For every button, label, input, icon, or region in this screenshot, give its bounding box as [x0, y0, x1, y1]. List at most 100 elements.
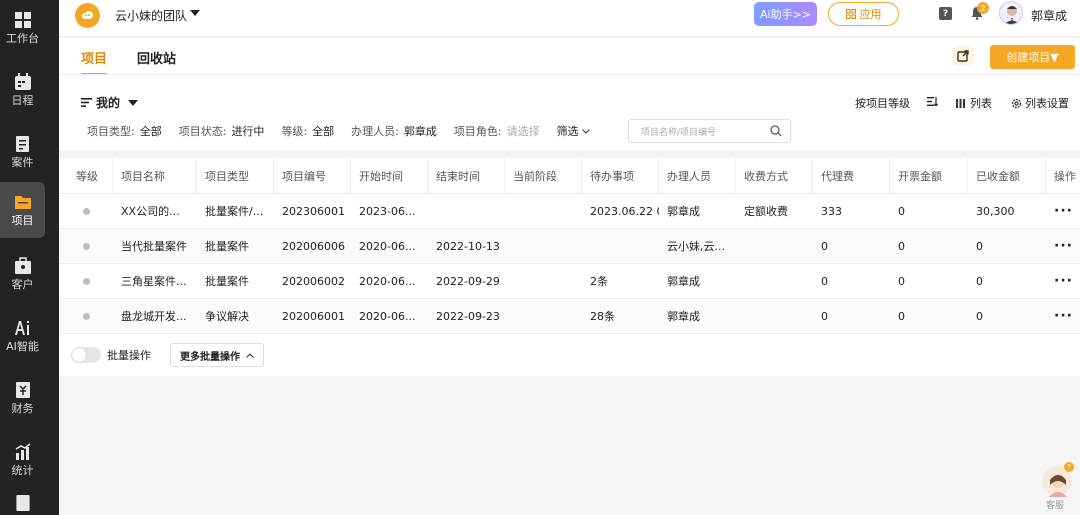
- table-cell: [736, 264, 813, 298]
- user-portrait-icon: [1004, 6, 1020, 24]
- list-view-button[interactable]: 列表: [956, 95, 992, 111]
- customer-service-label: 客服: [1046, 501, 1065, 511]
- column-header[interactable]: 开始时间: [351, 158, 428, 193]
- user-name[interactable]: 郭章成: [1031, 7, 1067, 24]
- table-cell: 333: [821, 204, 842, 218]
- filter-level-value[interactable]: 全部: [312, 123, 334, 139]
- filter-type-value[interactable]: 全部: [140, 123, 162, 139]
- team-name[interactable]: 云小妹的团队: [115, 7, 187, 24]
- table-cell: 2022-09-29: [436, 274, 500, 288]
- table-cell[interactable]: 盘龙城开发...: [113, 299, 197, 333]
- column-header[interactable]: 收费方式: [736, 158, 813, 193]
- table-cell: 0: [898, 309, 905, 323]
- table-row[interactable]: 当代批量案件 批量案件 202006006 2020-06... 2022-10…: [59, 229, 1080, 264]
- list-settings-label: 列表设置: [1025, 97, 1069, 110]
- list-filter-icon: [81, 98, 92, 107]
- sidebar-item-workbench[interactable]: 工作台: [0, 0, 45, 56]
- column-header[interactable]: 代理费: [813, 158, 890, 193]
- chevron-down-icon: [581, 128, 590, 134]
- table-cell: 0: [821, 274, 828, 288]
- avatar[interactable]: [999, 1, 1023, 25]
- sidebar-item-stats[interactable]: 统计: [0, 432, 45, 488]
- create-project-button[interactable]: 创建项目▼: [990, 45, 1075, 69]
- table-cell: 2020-06...: [359, 309, 416, 323]
- column-header[interactable]: 当前阶段: [505, 158, 582, 193]
- ai-assistant-button[interactable]: Ai助手>>: [754, 2, 817, 26]
- sidebar-item-more[interactable]: [0, 494, 45, 515]
- more-bulk-label: 更多批量操作: [180, 351, 240, 363]
- sort-icon[interactable]: [927, 96, 938, 109]
- column-header[interactable]: 项目类型: [197, 158, 274, 193]
- screen-dropdown[interactable]: 筛选: [557, 123, 590, 139]
- table-cell: 202006001: [282, 309, 345, 323]
- table-cell[interactable]: 当代批量案件: [113, 229, 197, 263]
- table-cell: 28条: [590, 310, 615, 323]
- table-cell: 2022-10-13: [436, 239, 500, 253]
- list-icon: [956, 98, 965, 108]
- apps-button[interactable]: 应用: [828, 2, 899, 26]
- table-cell[interactable]: 三角星案件...: [113, 264, 197, 298]
- column-header[interactable]: 办理人员: [659, 158, 736, 193]
- toggle-knob: [72, 348, 86, 362]
- team-dropdown-caret-icon[interactable]: [190, 10, 200, 16]
- column-header[interactable]: 操作: [1046, 158, 1080, 193]
- row-actions-button[interactable]: ···: [1054, 264, 1080, 298]
- table-row[interactable]: XX公司的... 批量案件/... 202306001 2023-06... 2…: [59, 194, 1080, 229]
- table-cell[interactable]: XX公司的...: [113, 194, 197, 228]
- bulk-toggle-label: 批量操作: [107, 349, 151, 362]
- column-header[interactable]: 结束时间: [428, 158, 505, 193]
- sidebar-item-projects[interactable]: 项目: [0, 182, 45, 238]
- sidebar-item-cases[interactable]: 案件: [0, 124, 45, 180]
- filter-handler-label: 办理人员:: [351, 125, 399, 138]
- main-panel: 项目 回收站 创建项目▼ 我的 按项目等级 列表 列表设置 项目类型: 全部 项…: [59, 38, 1080, 376]
- case-icon: [15, 136, 29, 152]
- search-icon[interactable]: [770, 125, 782, 137]
- help-icon[interactable]: ?: [939, 7, 952, 20]
- sidebar-item-label: 统计: [11, 464, 34, 477]
- table-cell: [505, 194, 582, 228]
- sidebar-item-label: 客户: [11, 278, 34, 291]
- column-header[interactable]: 开票金额: [890, 158, 968, 193]
- table-row[interactable]: 盘龙城开发... 争议解决 202006001 2020-06... 2022-…: [59, 299, 1080, 334]
- sidebar-item-schedule[interactable]: 日程: [0, 62, 45, 118]
- row-actions-button[interactable]: ···: [1054, 229, 1080, 263]
- more-bulk-actions-button[interactable]: 更多批量操作: [170, 343, 264, 367]
- chart-icon: [15, 443, 30, 460]
- row-actions-button[interactable]: ···: [1054, 299, 1080, 333]
- table-cell: 2020-06...: [359, 239, 416, 253]
- tab-recycle-bin[interactable]: 回收站: [137, 48, 176, 67]
- export-button[interactable]: [953, 46, 973, 66]
- column-header[interactable]: 已收金额: [968, 158, 1046, 193]
- column-header[interactable]: 等级: [59, 158, 113, 193]
- list-settings-button[interactable]: 列表设置: [1011, 95, 1069, 111]
- tab-projects[interactable]: 项目: [81, 48, 107, 67]
- finance-icon: [15, 382, 30, 398]
- apps-button-label: 应用: [859, 8, 882, 21]
- bulk-toggle[interactable]: [71, 347, 101, 363]
- chevron-up-icon: [246, 352, 254, 358]
- view-selector[interactable]: 我的: [81, 94, 139, 111]
- sidebar-item-customers[interactable]: 客户: [0, 246, 45, 302]
- column-header[interactable]: 待办事项: [582, 158, 659, 193]
- sidebar-item-ai[interactable]: AI智能: [0, 308, 45, 364]
- table-row[interactable]: 三角星案件... 批量案件 202006002 2020-06... 2022-…: [59, 264, 1080, 299]
- team-logo[interactable]: [75, 3, 100, 28]
- export-icon: [957, 50, 969, 62]
- column-header[interactable]: 项目编号: [274, 158, 351, 193]
- filter-role-select[interactable]: 请选择: [507, 123, 540, 139]
- column-header[interactable]: 项目名称: [113, 158, 197, 193]
- folder-icon: [14, 196, 31, 209]
- table-cell: 2023-06...: [359, 204, 416, 218]
- table-cell: 0: [976, 274, 983, 288]
- row-actions-button[interactable]: ···: [1054, 194, 1080, 228]
- sidebar-item-label: 财务: [11, 402, 34, 415]
- level-dot-icon: [83, 299, 103, 333]
- search-input[interactable]: 项目名称/项目编号: [628, 119, 791, 143]
- sort-by-level-button[interactable]: 按项目等级: [855, 95, 910, 111]
- sidebar-item-finance[interactable]: 财务: [0, 370, 45, 426]
- filter-handler-value[interactable]: 郭章成: [404, 123, 437, 139]
- table-cell: 0: [898, 204, 905, 218]
- table-cell: [505, 299, 582, 333]
- filter-status-value[interactable]: 进行中: [231, 123, 264, 139]
- sidebar-item-label: 日程: [11, 94, 34, 107]
